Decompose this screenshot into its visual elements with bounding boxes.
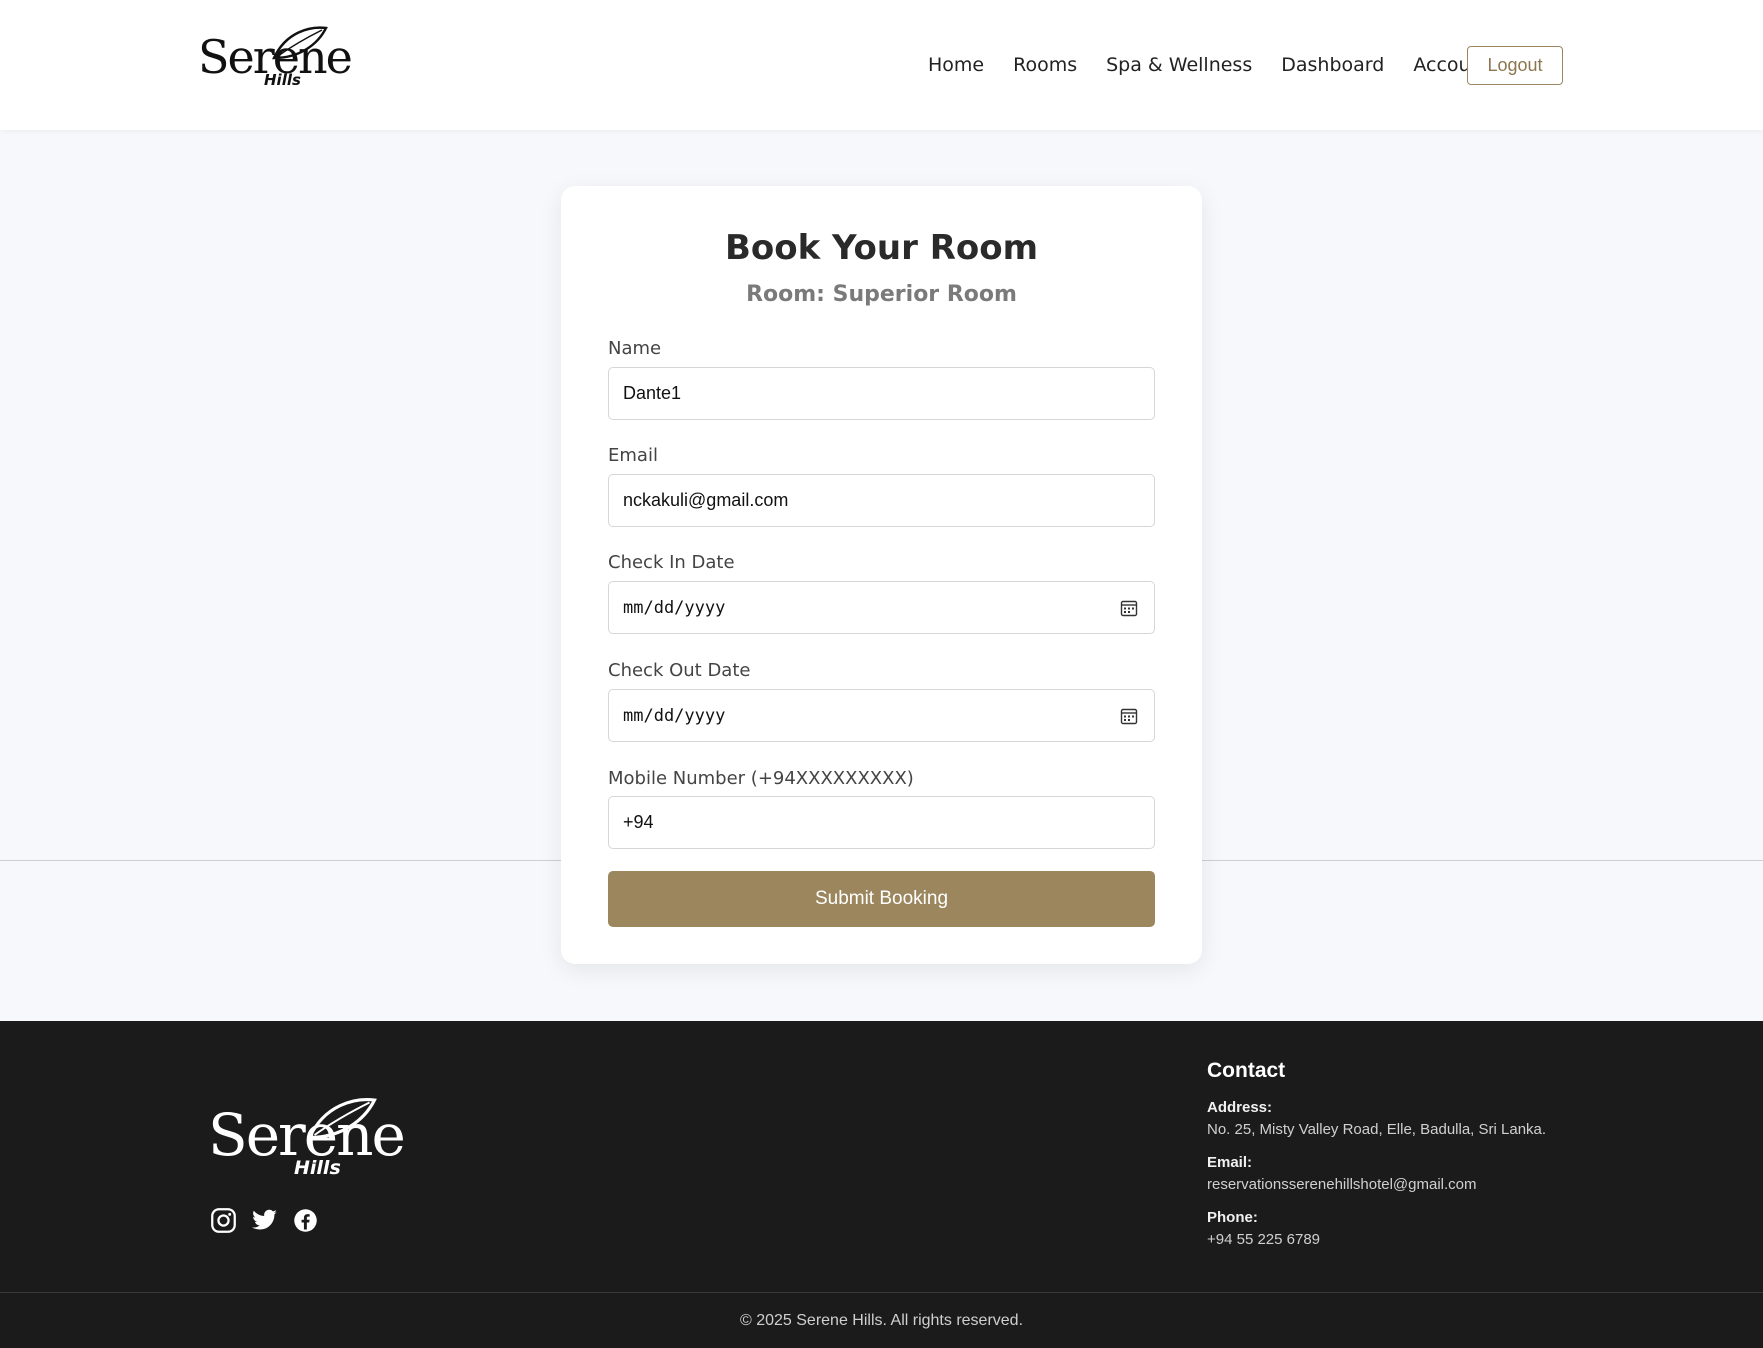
email-label: Email [608,445,658,466]
nav-spa-wellness[interactable]: Spa & Wellness [1106,54,1252,76]
email-value[interactable]: reservationsserenehillshotel@gmail.com [1207,1176,1546,1193]
twitter-icon[interactable] [251,1207,278,1234]
address-value: No. 25, Misty Valley Road, Elle, Badulla… [1207,1121,1547,1138]
nav-rooms[interactable]: Rooms [1013,54,1077,76]
address-label: Address: [1207,1099,1273,1116]
instagram-icon[interactable] [210,1207,237,1234]
calendar-icon[interactable] [1120,599,1138,617]
booking-card: Book Your Room Room: Superior Room Name … [561,186,1202,964]
checkout-date-input[interactable]: mm/dd/yyyy [608,689,1155,742]
contact-section: Contact Address: No. 25, Misty Valley Ro… [1207,1059,1546,1264]
phone-value[interactable]: +94 55 225 6789 [1207,1231,1546,1248]
logo[interactable]: Serene Hills [198,24,353,94]
footer-logo-subtext: Hills [294,1157,341,1179]
mobile-label: Mobile Number (+94XXXXXXXXX) [608,768,914,789]
calendar-icon[interactable] [1120,707,1138,725]
nav-dashboard[interactable]: Dashboard [1281,54,1384,76]
site-footer: Serene Hills Contact Address: No. 25, Mi… [0,1021,1763,1348]
social-links [210,1207,319,1234]
checkin-label: Check In Date [608,552,735,573]
checkin-placeholder: mm/dd/yyyy [623,597,726,618]
main-nav: Home Rooms Spa & Wellness Dashboard Acco… [928,54,1519,76]
phone-label: Phone: [1207,1209,1258,1226]
logout-button[interactable]: Logout [1467,46,1563,85]
email-label: Email: [1207,1154,1253,1171]
logo-subtext: Hills [264,71,301,89]
name-label: Name [608,338,662,359]
name-input[interactable]: Dante1 [608,367,1155,420]
room-subtitle: Room: Superior Room [746,282,1017,307]
email-input[interactable]: nckakuli@gmail.com [608,474,1155,527]
submit-booking-button[interactable]: Submit Booking [608,871,1155,927]
page-title: Book Your Room [724,228,1039,268]
site-header: Serene Hills Home Rooms Spa & Wellness D… [0,0,1763,130]
checkin-date-input[interactable]: mm/dd/yyyy [608,581,1155,634]
mobile-input[interactable]: +94 [608,796,1155,849]
contact-title: Contact [1207,1059,1286,1082]
nav-home[interactable]: Home [928,54,984,76]
checkout-placeholder: mm/dd/yyyy [623,705,726,726]
footer-logo[interactable]: Serene Hills [208,1095,406,1185]
copyright: © 2025 Serene Hills. All rights reserved… [0,1292,1763,1348]
checkout-label: Check Out Date [608,660,751,681]
facebook-icon[interactable] [292,1207,319,1234]
